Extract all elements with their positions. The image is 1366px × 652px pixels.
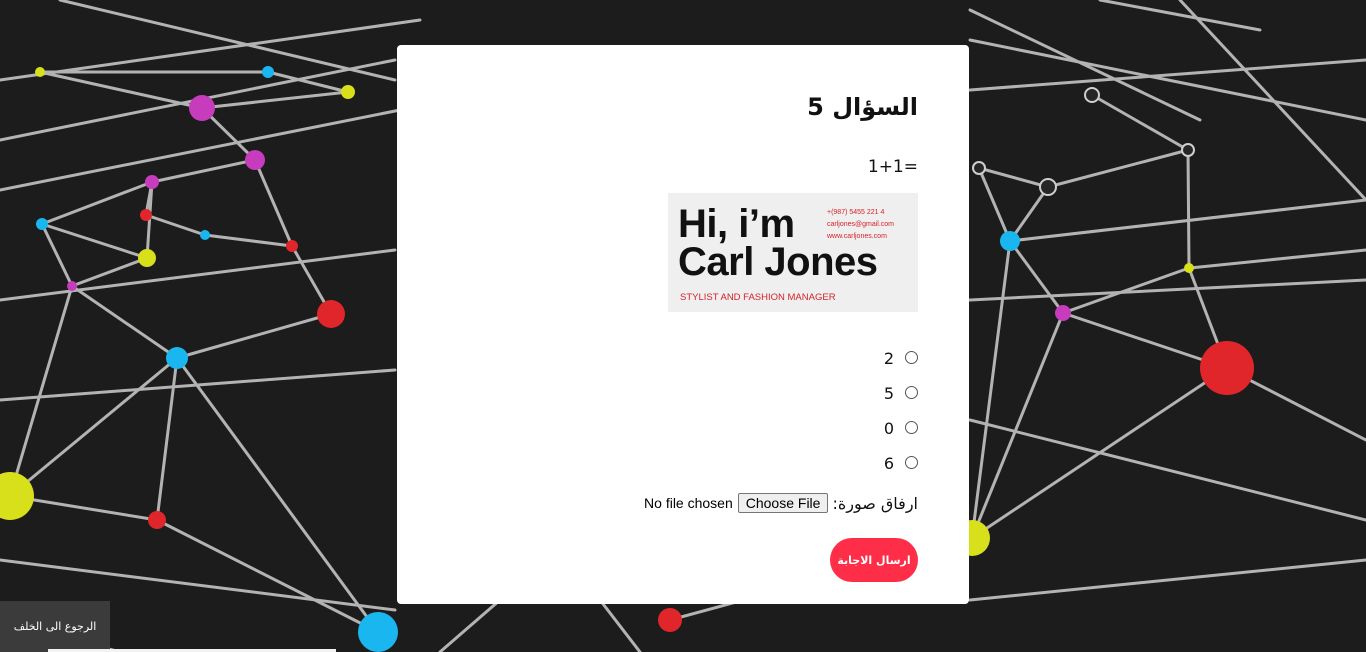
network-node (1039, 178, 1057, 196)
network-node (286, 240, 298, 252)
network-node (67, 281, 77, 291)
network-node (140, 209, 152, 221)
question-card: السؤال 5 1+1= Hi, i’m Carl Jones +(987) … (397, 45, 969, 604)
network-node (1000, 231, 1020, 251)
answer-option-label: 0 (883, 419, 894, 438)
answer-option-label: 6 (883, 454, 894, 473)
network-node (1055, 305, 1071, 321)
radio-button[interactable] (905, 351, 918, 364)
image-website: www.carljones.com (827, 233, 887, 240)
image-email: carljones@gmail.com (827, 221, 895, 228)
question-title: السؤال 5 (807, 93, 918, 121)
network-node (658, 608, 682, 632)
network-node (138, 249, 156, 267)
radio-button[interactable] (905, 386, 918, 399)
network-node (166, 347, 188, 369)
network-node (1181, 143, 1195, 157)
image-upload: ارفاق صورة: Choose File No file chosen (644, 493, 918, 513)
network-node (36, 218, 48, 230)
upload-label: ارفاق صورة: (832, 493, 918, 513)
network-node (358, 612, 398, 652)
network-node (189, 95, 215, 121)
network-node (1084, 87, 1100, 103)
question-text: 1+1= (867, 157, 918, 177)
back-button[interactable]: الرجوع الى الخلف (0, 601, 110, 652)
network-node (317, 300, 345, 328)
network-node (972, 161, 986, 175)
network-node (200, 230, 210, 240)
answer-option[interactable]: 0 (884, 411, 918, 446)
answer-options: 2 5 0 6 (884, 341, 918, 481)
image-phone: +(987) 5455 221 4 (827, 209, 885, 216)
network-node (145, 175, 159, 189)
submit-answer-button[interactable]: ارسال الاجابة (830, 538, 918, 582)
answer-option-label: 5 (883, 384, 894, 403)
network-node (262, 66, 274, 78)
image-headline-line2: Carl Jones (678, 240, 878, 284)
network-node (341, 85, 355, 99)
image-role: STYLIST AND FASHION MANAGER (680, 292, 836, 303)
network-node (1184, 263, 1194, 273)
answer-option[interactable]: 5 (884, 376, 918, 411)
network-node (35, 67, 45, 77)
answer-option-label: 2 (883, 349, 894, 368)
answer-option[interactable]: 6 (884, 446, 918, 481)
answer-option[interactable]: 2 (884, 341, 918, 376)
network-node (148, 511, 166, 529)
radio-button[interactable] (905, 456, 918, 469)
radio-button[interactable] (905, 421, 918, 434)
image-contacts: +(987) 5455 221 4 carljones@gmail.com ww… (827, 207, 894, 243)
question-image: Hi, i’m Carl Jones +(987) 5455 221 4 car… (668, 193, 918, 312)
choose-file-button[interactable]: Choose File (737, 493, 829, 513)
file-status: No file chosen (644, 495, 733, 511)
network-node (245, 150, 265, 170)
network-node (1200, 341, 1254, 395)
